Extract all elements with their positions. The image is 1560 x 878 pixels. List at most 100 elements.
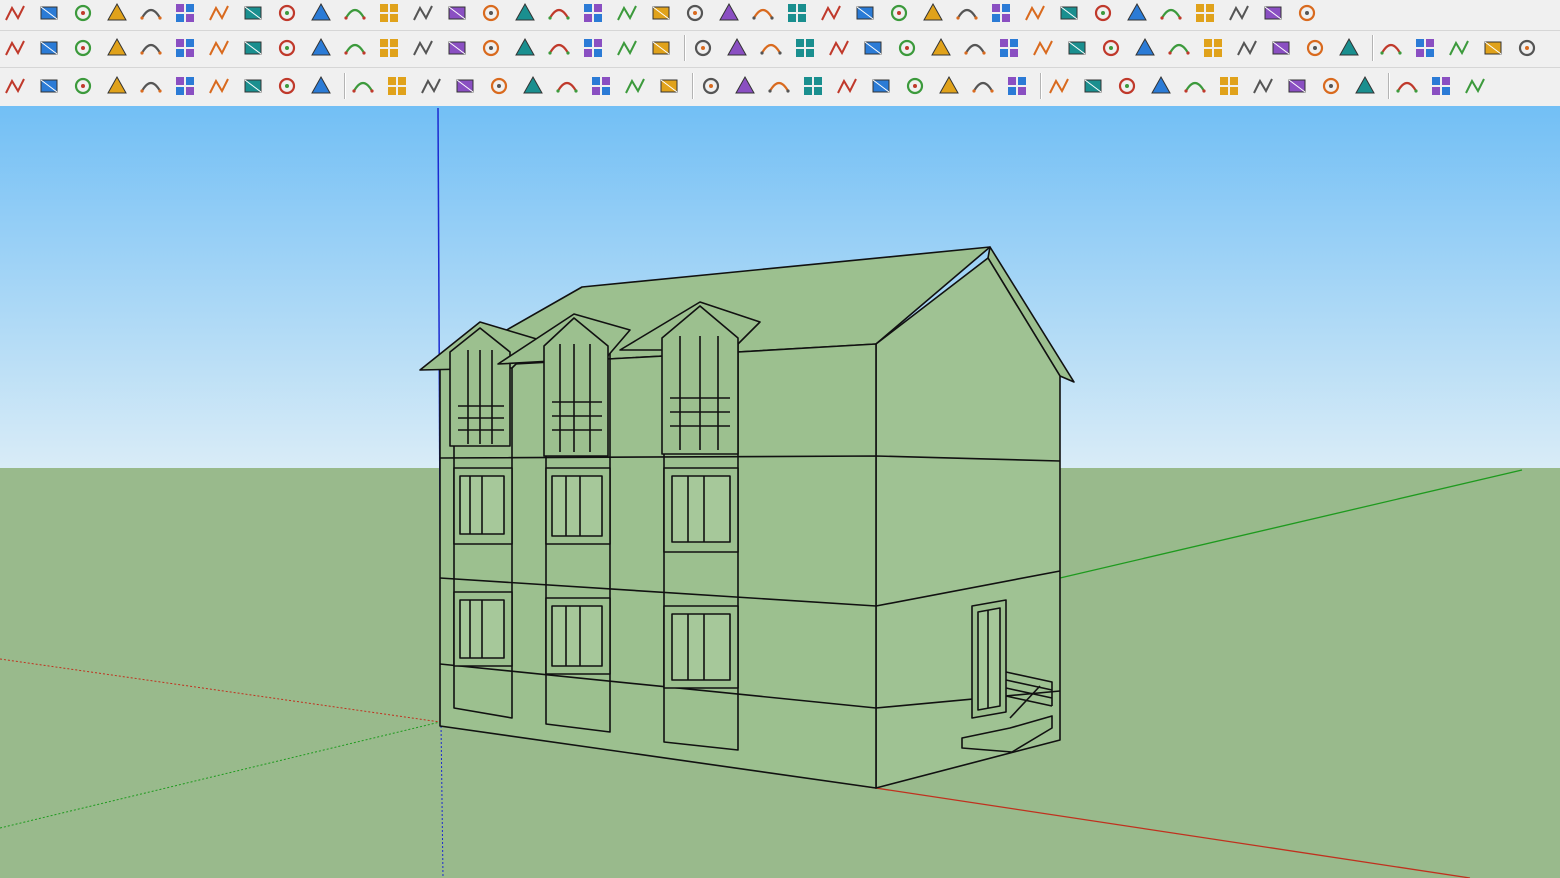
stack-icon[interactable] [682,0,708,26]
red-arc-icon[interactable] [486,73,512,99]
outliner-icon[interactable] [1462,73,1488,99]
brush-icon[interactable] [716,0,742,26]
red-square-icon[interactable] [206,35,232,61]
radial-icon[interactable] [1226,0,1252,26]
weld-icon[interactable] [852,0,878,26]
polygon-circle-icon[interactable] [554,73,580,99]
layout-icon[interactable] [1268,35,1294,61]
grid-lines-icon[interactable] [240,35,266,61]
pencil-icon[interactable] [1302,35,1328,61]
cube-icon[interactable] [308,35,334,61]
panel-icon[interactable] [1064,35,1090,61]
knot-icon[interactable] [690,35,716,61]
checker-icon[interactable] [1394,73,1420,99]
align-left-icon[interactable] [868,73,894,99]
corner-icon[interactable] [376,35,402,61]
yellow-surface-icon[interactable] [36,35,62,61]
points-icon[interactable] [1200,35,1226,61]
select-arrow-icon[interactable] [766,73,792,99]
zigzag-icon[interactable] [104,73,130,99]
louvre-icon[interactable] [1124,0,1150,26]
mesh-icon[interactable] [36,73,62,99]
align-remove-icon[interactable] [936,73,962,99]
curve-select-icon[interactable] [138,0,164,26]
tile-orange-icon[interactable] [1098,35,1124,61]
flag-icon[interactable] [274,35,300,61]
green-arc-icon[interactable] [240,73,266,99]
slope-icon[interactable] [954,0,980,26]
blue-cross-icon[interactable] [512,35,538,61]
view-b-icon[interactable] [1216,73,1242,99]
offset-icon[interactable] [784,0,810,26]
follow-me-icon[interactable] [172,35,198,61]
ghost-icon[interactable] [1514,35,1540,61]
dash-line-icon[interactable] [970,73,996,99]
dome-icon[interactable] [1192,0,1218,26]
terrain-stamp-icon[interactable] [732,73,758,99]
magnet-icon[interactable] [2,73,28,99]
wall-icon[interactable] [546,0,572,26]
hand-icon[interactable] [580,0,606,26]
polyline-zig-icon[interactable] [384,73,410,99]
wave-icon[interactable] [172,73,198,99]
zoom-window-icon[interactable] [834,73,860,99]
green-plus-icon[interactable] [478,35,504,61]
material-b-icon[interactable] [1318,73,1344,99]
polyline-icon[interactable] [410,35,436,61]
loop-icon[interactable] [648,35,674,61]
modeling-viewport[interactable] [0,106,1560,878]
gable-icon[interactable] [478,0,504,26]
face-icon[interactable] [614,0,640,26]
spring-icon[interactable] [886,0,912,26]
shape-bender-icon[interactable] [240,0,266,26]
bezier-icon[interactable] [172,0,198,26]
random-curve-icon[interactable] [138,73,164,99]
copy-icon[interactable] [962,35,988,61]
tile-yellow-icon[interactable] [1132,35,1158,61]
lasso-select-icon[interactable] [104,0,130,26]
profile-icon[interactable] [988,0,1014,26]
clear-surface-icon[interactable] [138,35,164,61]
grid-icon[interactable] [920,0,946,26]
red-plus-icon[interactable] [444,35,470,61]
material-c-icon[interactable] [1352,73,1378,99]
spiral-icon[interactable] [308,73,334,99]
section-c-icon[interactable] [1148,73,1174,99]
column-icon[interactable] [1158,0,1184,26]
chamfer-icon[interactable] [342,0,368,26]
line-segments-icon[interactable] [2,0,28,26]
blue-surface-icon[interactable] [2,35,28,61]
scale-icon[interactable] [860,35,886,61]
cone-icon[interactable] [546,35,572,61]
arc-icon[interactable] [350,73,376,99]
arc-bridge-icon[interactable] [70,73,96,99]
spike-icon[interactable] [580,35,606,61]
split-line-icon[interactable] [70,0,96,26]
dotted-arc-icon[interactable] [1234,35,1260,61]
extend-line-icon[interactable] [376,0,402,26]
explode-curve-icon[interactable] [36,0,62,26]
hook-icon[interactable] [418,73,444,99]
box-icon[interactable] [206,0,232,26]
level-icon[interactable] [1336,35,1362,61]
joint-push-pull-icon[interactable] [750,0,776,26]
material-a-icon[interactable] [1284,73,1310,99]
door-icon[interactable] [1022,0,1048,26]
section-a-icon[interactable] [1080,73,1106,99]
array-icon[interactable] [894,35,920,61]
edge-tool-icon[interactable] [274,0,300,26]
soft-edge-icon[interactable] [410,0,436,26]
stairs-icon[interactable] [512,0,538,26]
align-add-icon[interactable] [902,73,928,99]
pyramid-icon[interactable] [614,35,640,61]
orient-icon[interactable] [1378,35,1404,61]
chain-icon[interactable] [342,35,368,61]
blue-box-icon[interactable] [1446,35,1472,61]
dash-add-icon[interactable] [1004,73,1030,99]
red-surface-icon[interactable] [104,35,130,61]
terrain-icon[interactable] [698,73,724,99]
divide-icon[interactable] [818,0,844,26]
lattice-icon[interactable] [1090,0,1116,26]
ellipse-icon[interactable] [622,73,648,99]
rotate-icon[interactable] [724,35,750,61]
